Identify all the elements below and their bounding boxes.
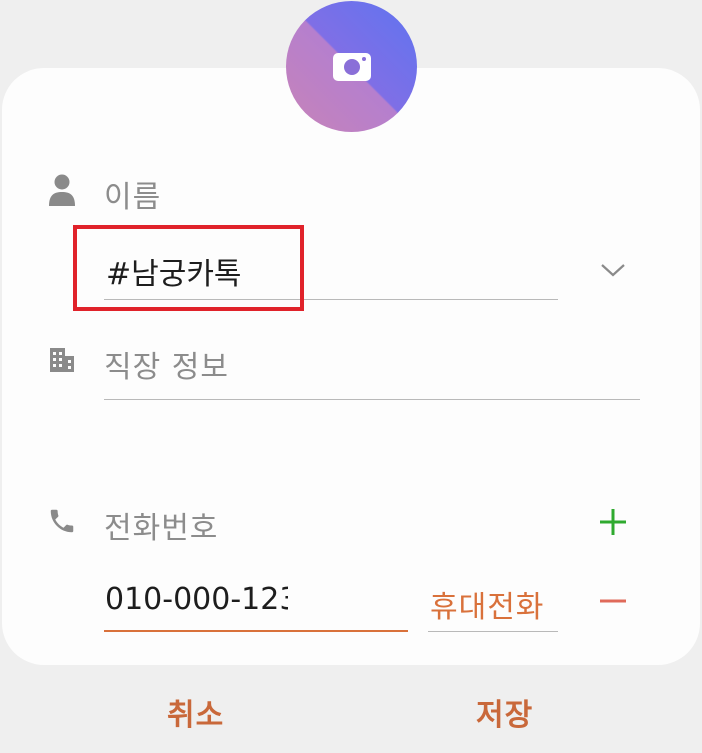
- phone-type-underline: [428, 631, 558, 632]
- phone-underline: [104, 630, 408, 632]
- camera-icon: [332, 52, 371, 81]
- building-icon: [50, 348, 74, 372]
- minus-icon[interactable]: [599, 598, 627, 604]
- cancel-button[interactable]: 취소: [167, 690, 224, 734]
- highlight-box: [73, 225, 304, 311]
- name-label: 이름: [104, 180, 162, 215]
- redaction-mask: [288, 565, 332, 625]
- company-underline: [104, 399, 640, 400]
- company-input[interactable]: 직장 정보: [104, 342, 229, 386]
- save-button[interactable]: 저장: [476, 690, 533, 734]
- plus-icon[interactable]: [599, 508, 627, 536]
- phone-label: 전화번호: [104, 511, 219, 546]
- phone-input[interactable]: 010-000-123: [105, 582, 298, 617]
- photo-picker[interactable]: [286, 1, 417, 132]
- contact-editor-screen: 이름 #남궁카톡 직장 정보 전화번호 010-000-123 휴대전화 취소 …: [0, 0, 702, 753]
- phone-type-selector[interactable]: 휴대전화: [430, 582, 544, 626]
- person-icon: [49, 174, 75, 206]
- chevron-down-icon[interactable]: [598, 255, 628, 285]
- phone-icon: [50, 509, 74, 533]
